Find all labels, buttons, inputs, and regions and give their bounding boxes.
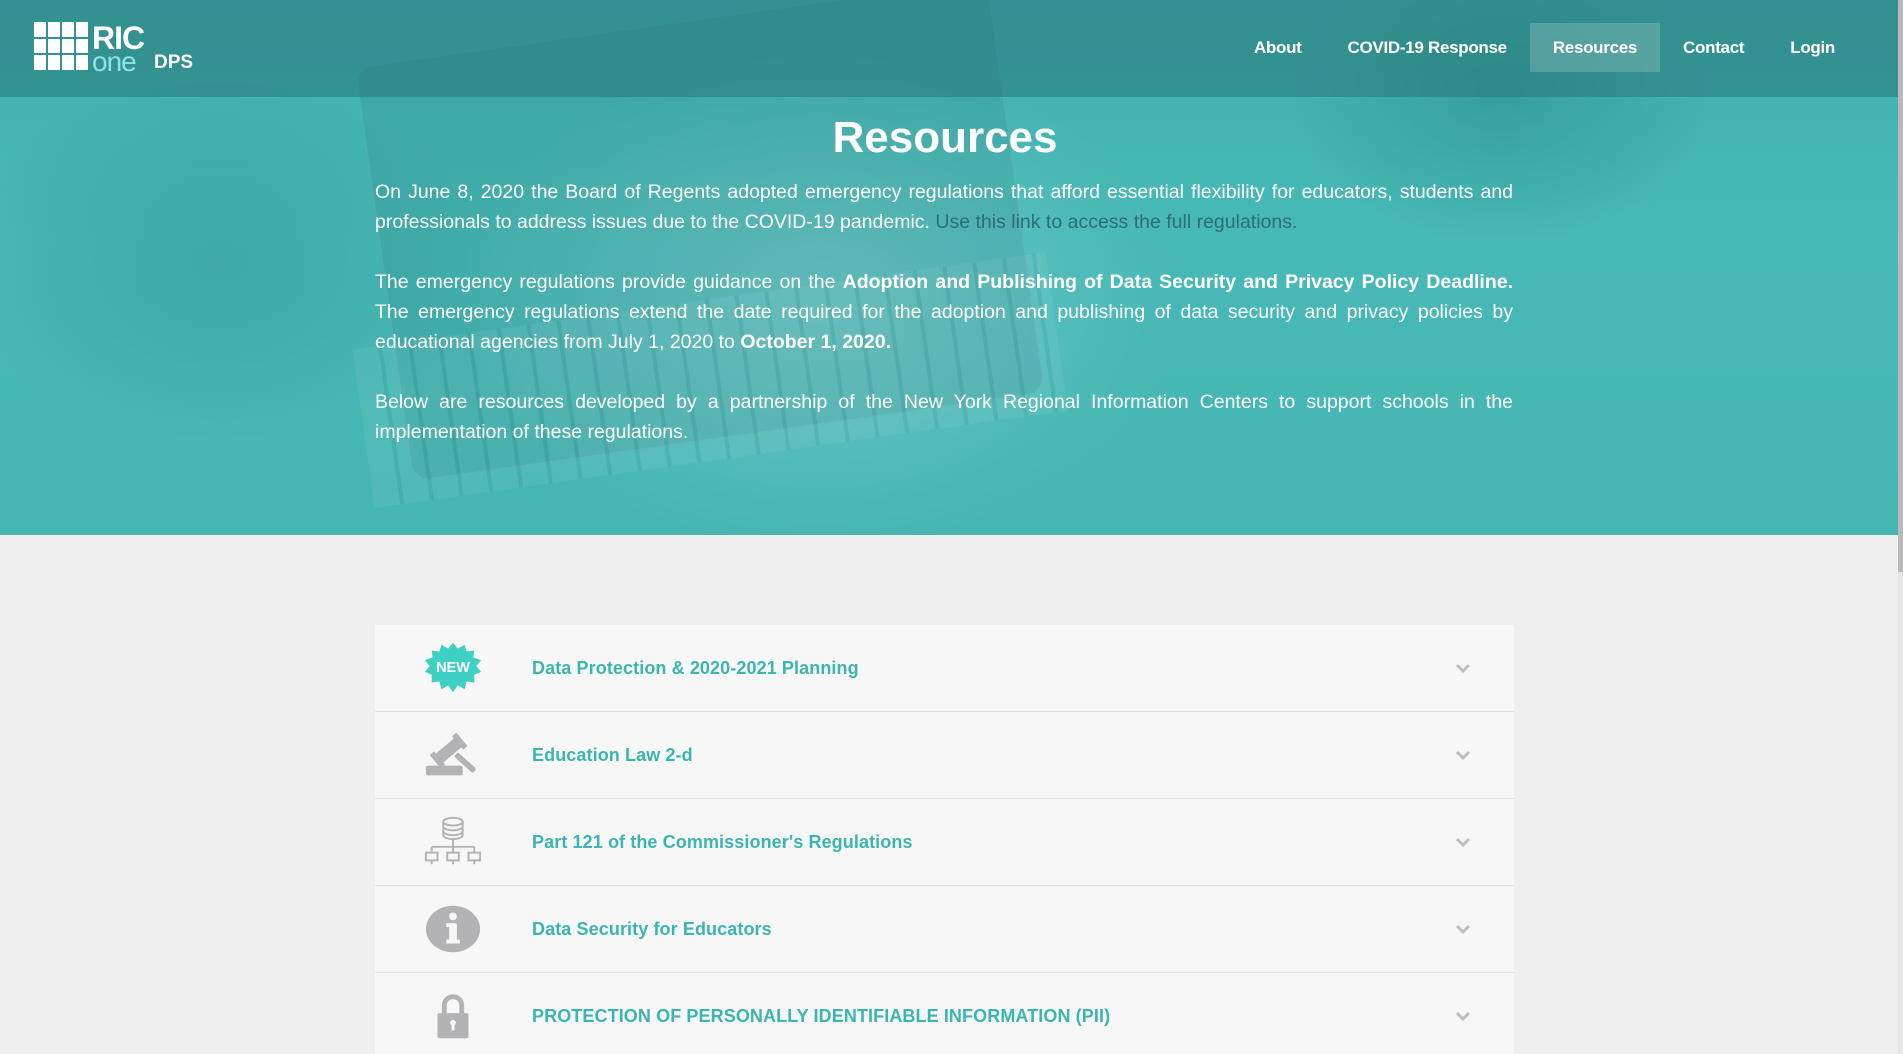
nav-contact[interactable]: Contact xyxy=(1660,23,1767,72)
intro-paragraph-3: Below are resources developed by a partn… xyxy=(375,391,1513,443)
hero-banner: RIC one DPS About COVID-19 Response Reso… xyxy=(0,0,1898,535)
gavel-icon xyxy=(423,727,483,783)
nav-login[interactable]: Login xyxy=(1767,23,1858,72)
logo-grid-icon xyxy=(34,22,88,70)
nav-covid-19-response[interactable]: COVID-19 Response xyxy=(1325,23,1530,72)
scrollbar-thumb[interactable] xyxy=(1898,0,1903,572)
new-badge-text: NEW xyxy=(436,660,470,676)
info-icon xyxy=(423,901,483,957)
accordion-item-data-protection-planning[interactable]: NEW Data Protection & 2020-2021 Planning xyxy=(375,625,1514,712)
chevron-down-icon xyxy=(1455,837,1471,848)
intro-paragraph-2-body: The emergency regulations extend the dat… xyxy=(375,301,1513,353)
intro-paragraph-2: The emergency regulations provide guidan… xyxy=(375,267,1513,357)
lock-icon xyxy=(423,988,483,1044)
deadline-date-emphasis: October 1, 2020. xyxy=(740,331,891,353)
accordion-title: Data Security for Educators xyxy=(532,918,772,939)
accordion-item-data-security-educators[interactable]: Data Security for Educators xyxy=(375,886,1514,973)
new-badge-icon: NEW xyxy=(423,640,483,696)
logo-one-text: one xyxy=(92,46,137,77)
intro-paragraph-2-lead: The emergency regulations provide guidan… xyxy=(375,271,836,293)
chevron-down-icon xyxy=(1455,663,1471,674)
main-nav: About COVID-19 Response Resources Contac… xyxy=(1231,23,1858,72)
logo-dps-text: DPS xyxy=(154,52,194,73)
accordion-item-part-121-regulations[interactable]: Part 121 of the Commissioner's Regulatio… xyxy=(375,799,1514,886)
top-navigation-bar: RIC one DPS About COVID-19 Response Reso… xyxy=(0,0,1898,97)
accordion-title: Data Protection & 2020-2021 Planning xyxy=(532,657,859,678)
policy-deadline-emphasis: Adoption and Publishing of Data Security… xyxy=(842,271,1513,293)
accordion-title: PROTECTION OF PERSONALLY IDENTIFIABLE IN… xyxy=(532,1005,1111,1026)
logo-wordmark: RIC one DPS xyxy=(92,20,212,77)
nav-about[interactable]: About xyxy=(1231,23,1325,72)
hero-intro: On June 8, 2020 the Board of Regents ado… xyxy=(375,177,1513,477)
network-database-icon xyxy=(423,814,483,870)
ric-one-dps-logo[interactable]: RIC one DPS xyxy=(34,20,212,77)
chevron-down-icon xyxy=(1455,924,1471,935)
accordion-item-pii-protection[interactable]: PROTECTION OF PERSONALLY IDENTIFIABLE IN… xyxy=(375,973,1514,1054)
chevron-down-icon xyxy=(1455,750,1471,761)
accordion-item-education-law-2d[interactable]: Education Law 2-d xyxy=(375,712,1514,799)
nav-resources[interactable]: Resources xyxy=(1529,23,1661,72)
accordion-title: Education Law 2-d xyxy=(532,744,693,765)
accordion-title: Part 121 of the Commissioner's Regulatio… xyxy=(532,831,913,852)
page-scrollbar[interactable] xyxy=(1898,0,1903,1054)
chevron-down-icon xyxy=(1455,1011,1471,1022)
resources-accordion: NEW Data Protection & 2020-2021 Planning… xyxy=(375,625,1514,1054)
page-title: Resources xyxy=(832,113,1058,162)
intro-paragraph-1: On June 8, 2020 the Board of Regents ado… xyxy=(375,177,1513,237)
full-regulations-link[interactable]: Use this link to access the full regulat… xyxy=(935,211,1297,233)
